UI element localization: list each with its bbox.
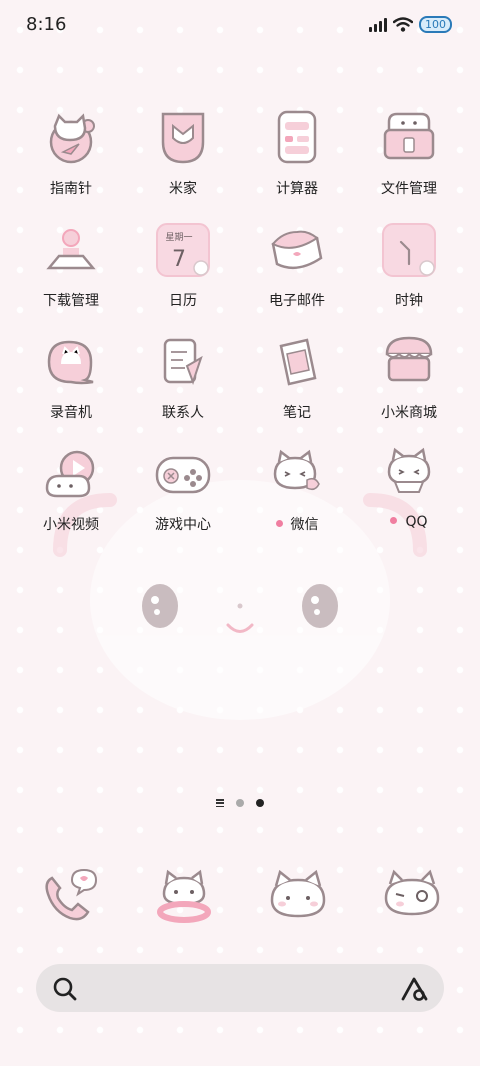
battery-icon: 100 (419, 16, 452, 33)
mijia-icon (161, 112, 205, 164)
app-label: 游戏中心 (155, 517, 211, 533)
gamepad-icon (155, 456, 211, 494)
app-mi-store[interactable]: 小米商城 (354, 332, 464, 422)
file-manager-icon (383, 112, 435, 160)
wifi-icon (393, 17, 413, 32)
app-calculator[interactable]: 计算器 (242, 108, 352, 198)
signal-icon (369, 17, 387, 32)
messages-icon[interactable] (152, 864, 216, 928)
app-label: 时钟 (395, 293, 423, 309)
app-label: 下载管理 (43, 293, 99, 309)
video-icon (45, 450, 95, 498)
app-label-text: 微信 (290, 517, 319, 533)
app-recorder[interactable]: 录音机 (16, 332, 126, 422)
search-bar[interactable] (36, 964, 444, 1012)
contacts-icon (163, 338, 203, 385)
list-page-icon[interactable] (216, 799, 224, 807)
app-qq[interactable]: QQ (354, 444, 464, 530)
app-calendar[interactable]: 星期一 7 日历 (128, 220, 238, 310)
notes-icon (279, 338, 317, 386)
app-label: 电子邮件 (269, 293, 325, 309)
phone-icon[interactable] (38, 864, 102, 928)
dock (0, 860, 480, 930)
app-label: 小米视频 (43, 517, 99, 533)
app-game-center[interactable]: 游戏中心 (128, 444, 238, 534)
calendar-weekday: 星期一 (165, 232, 192, 243)
status-time: 8:16 (26, 14, 67, 35)
qq-icon (387, 447, 431, 493)
app-label-qq: QQ (354, 514, 464, 530)
app-label: 指南针 (50, 181, 92, 197)
wechat-icon (273, 449, 320, 491)
app-label: 录音机 (50, 405, 92, 421)
app-label: 米家 (169, 181, 197, 197)
app-downloads[interactable]: 下载管理 (16, 220, 126, 310)
app-label: 笔记 (283, 405, 311, 421)
store-icon (385, 336, 433, 382)
app-compass[interactable]: 指南针 (16, 108, 126, 198)
app-email[interactable]: 电子邮件 (242, 220, 352, 310)
search-icon[interactable] (52, 976, 78, 1002)
assistant-icon[interactable] (400, 975, 430, 1003)
status-bar: 8:16 100 (0, 0, 480, 50)
page-dot-2-active[interactable] (256, 799, 264, 807)
page-indicator[interactable] (0, 796, 480, 810)
page-dot-1[interactable] (236, 799, 244, 807)
app-notes[interactable]: 笔记 (242, 332, 352, 422)
download-icon (46, 229, 96, 270)
app-label: 计算器 (276, 181, 318, 197)
app-label: 文件管理 (381, 181, 437, 197)
clock-icon (382, 223, 436, 277)
app-label-text: QQ (405, 514, 428, 530)
email-icon (271, 230, 323, 270)
browser-icon[interactable] (266, 864, 330, 928)
app-label: 日历 (169, 293, 197, 309)
recorder-icon (47, 340, 94, 385)
app-wechat[interactable]: 微信 (242, 444, 352, 534)
app-clock[interactable]: 时钟 (354, 220, 464, 310)
app-contacts[interactable]: 联系人 (128, 332, 238, 422)
calendar-icon: 星期一 7 (156, 223, 210, 277)
app-label: 小米商城 (381, 405, 437, 421)
calculator-icon (277, 110, 317, 164)
app-file-manager[interactable]: 文件管理 (354, 108, 464, 198)
app-mi-video[interactable]: 小米视频 (16, 444, 126, 534)
app-mijia[interactable]: 米家 (128, 108, 238, 198)
app-label: 联系人 (162, 405, 204, 421)
app-label-wechat: 微信 (242, 514, 352, 534)
calendar-day: 7 (172, 247, 186, 272)
status-icons: 100 (369, 16, 452, 33)
camera-icon[interactable] (380, 864, 444, 928)
new-install-dot (275, 519, 283, 527)
compass-icon (49, 113, 95, 164)
new-install-dot (390, 516, 398, 524)
